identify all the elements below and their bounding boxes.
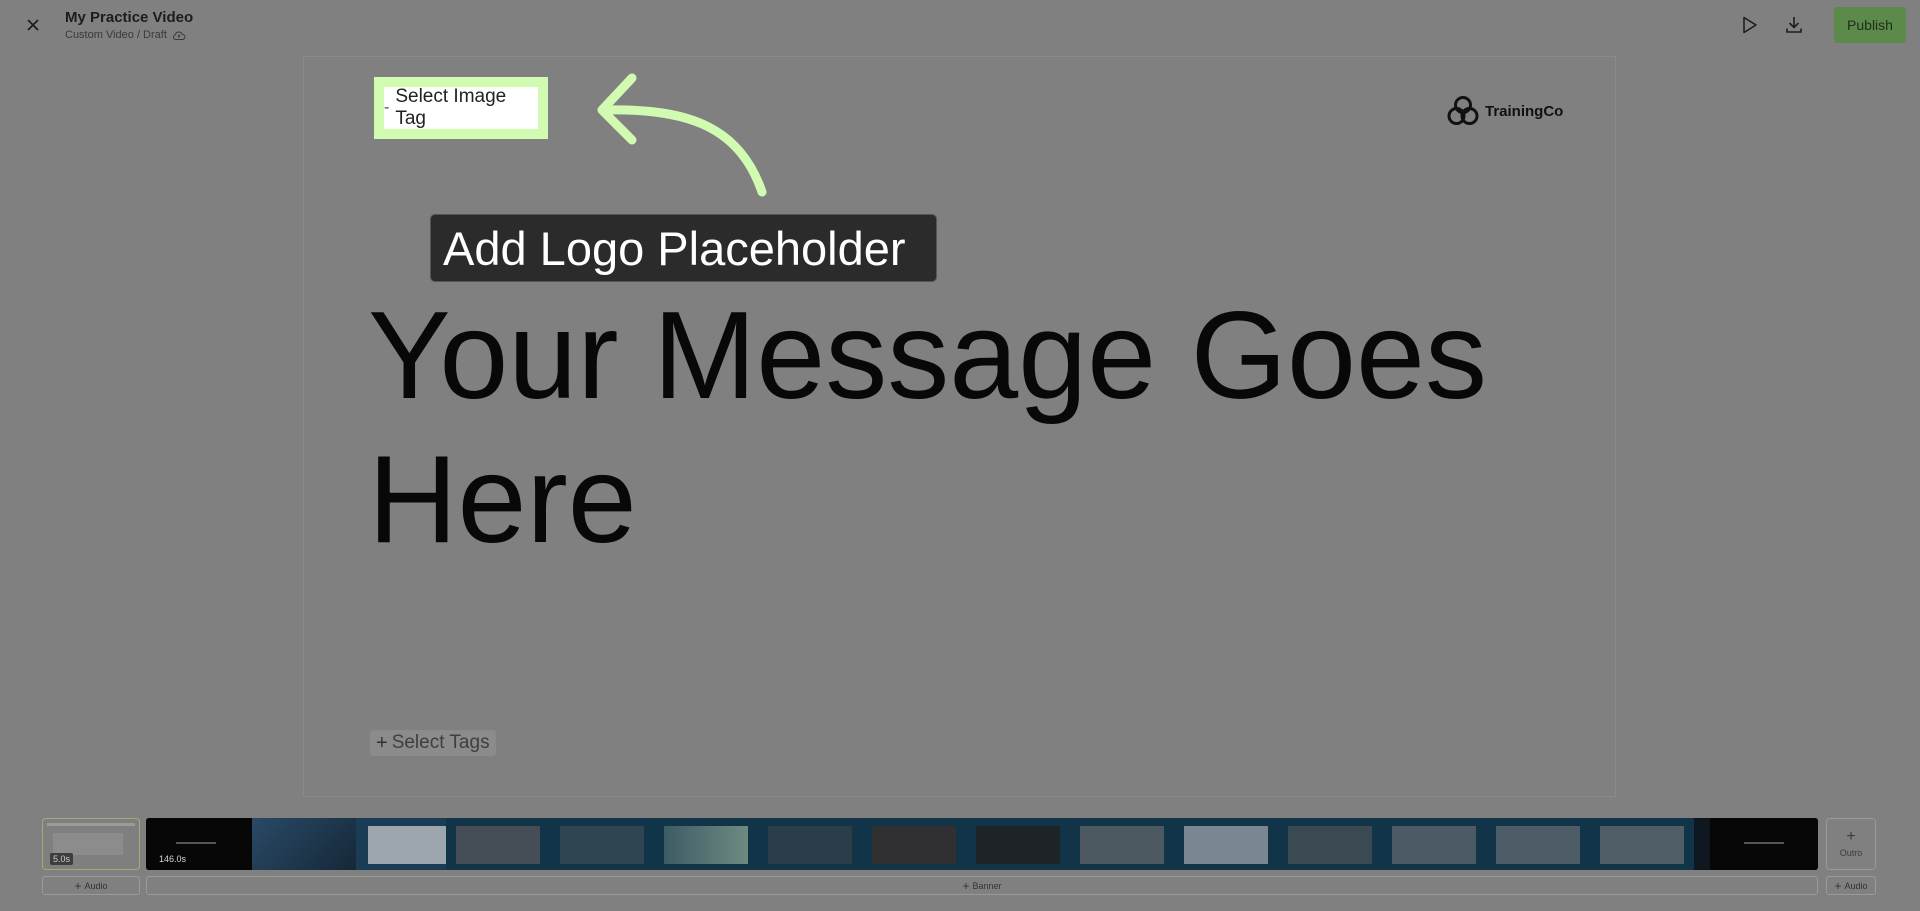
main-duration-badge: 146.0s <box>159 854 187 864</box>
plus-icon: + <box>74 878 82 893</box>
logo-text: TrainingCo <box>1485 102 1564 120</box>
download-icon[interactable] <box>1782 13 1806 37</box>
strip-frame <box>654 818 758 870</box>
top-bar: My Practice Video Custom Video / Draft P… <box>0 0 1920 52</box>
strip-frame <box>966 818 1070 870</box>
banner-label: Banner <box>972 880 1002 891</box>
add-audio-button-left[interactable]: + Audio <box>42 876 140 895</box>
strip-frame <box>356 818 446 870</box>
video-title: My Practice Video <box>65 9 194 26</box>
intro-duration-badge: 5.0s <box>50 853 74 865</box>
breadcrumb: Custom Video / Draft <box>65 29 167 41</box>
publish-button[interactable]: Publish <box>1834 7 1906 43</box>
intro-thumb-box <box>53 833 123 855</box>
strip-frame <box>1710 818 1818 870</box>
select-tags-button[interactable]: + Select Tags <box>370 730 496 756</box>
plus-icon: + <box>1834 878 1842 893</box>
audio-label: Audio <box>1844 880 1868 891</box>
select-image-tag-button[interactable]: - Select Image Tag <box>384 86 538 129</box>
plus-icon: + <box>962 878 970 893</box>
main-clip-strip[interactable]: 146.0s <box>146 818 1818 870</box>
tooltip-add-logo-placeholder: Add Logo Placeholder <box>430 214 937 282</box>
strip-frame <box>1486 818 1590 870</box>
message-line-1: Your Message Goes <box>368 287 1487 425</box>
close-icon[interactable] <box>22 14 44 36</box>
strip-frame <box>1070 818 1174 870</box>
strip-frame <box>252 818 356 870</box>
intro-clip[interactable]: 5.0s <box>42 818 140 870</box>
cloud-sync-icon <box>172 30 186 40</box>
strip-frame <box>550 818 654 870</box>
tag-dash-icon: - <box>384 99 390 116</box>
strip-frame <box>1382 818 1486 870</box>
intro-thumb-line <box>117 823 135 826</box>
outro-label: Outro <box>1839 848 1863 858</box>
play-icon[interactable] <box>1737 13 1761 37</box>
add-outro-button[interactable]: + Outro <box>1826 818 1876 870</box>
strip-frame <box>1174 818 1278 870</box>
strip-frame <box>1278 818 1382 870</box>
trainingco-logo-icon <box>1447 96 1479 125</box>
video-status: Custom Video / Draft <box>65 29 186 41</box>
strip-frame <box>862 818 966 870</box>
strip-frame <box>1590 818 1694 870</box>
select-image-tag-label: Select Image Tag <box>395 86 507 129</box>
curved-arrow-icon <box>597 73 767 197</box>
intro-thumb-line <box>47 823 117 826</box>
strip-frame <box>758 818 862 870</box>
select-tags-label: Select Tags <box>391 732 490 753</box>
audio-label: Audio <box>84 880 108 891</box>
plus-icon: + <box>376 731 388 754</box>
message-line-2: Here <box>368 431 637 569</box>
message-text[interactable]: Your Message Goes Here <box>368 284 1618 572</box>
add-audio-button-right[interactable]: + Audio <box>1826 876 1876 895</box>
strip-frame <box>446 818 550 870</box>
company-logo: TrainingCo <box>1446 94 1563 128</box>
plus-icon: + <box>1846 828 1856 845</box>
add-banner-button[interactable]: + Banner <box>146 876 1818 895</box>
